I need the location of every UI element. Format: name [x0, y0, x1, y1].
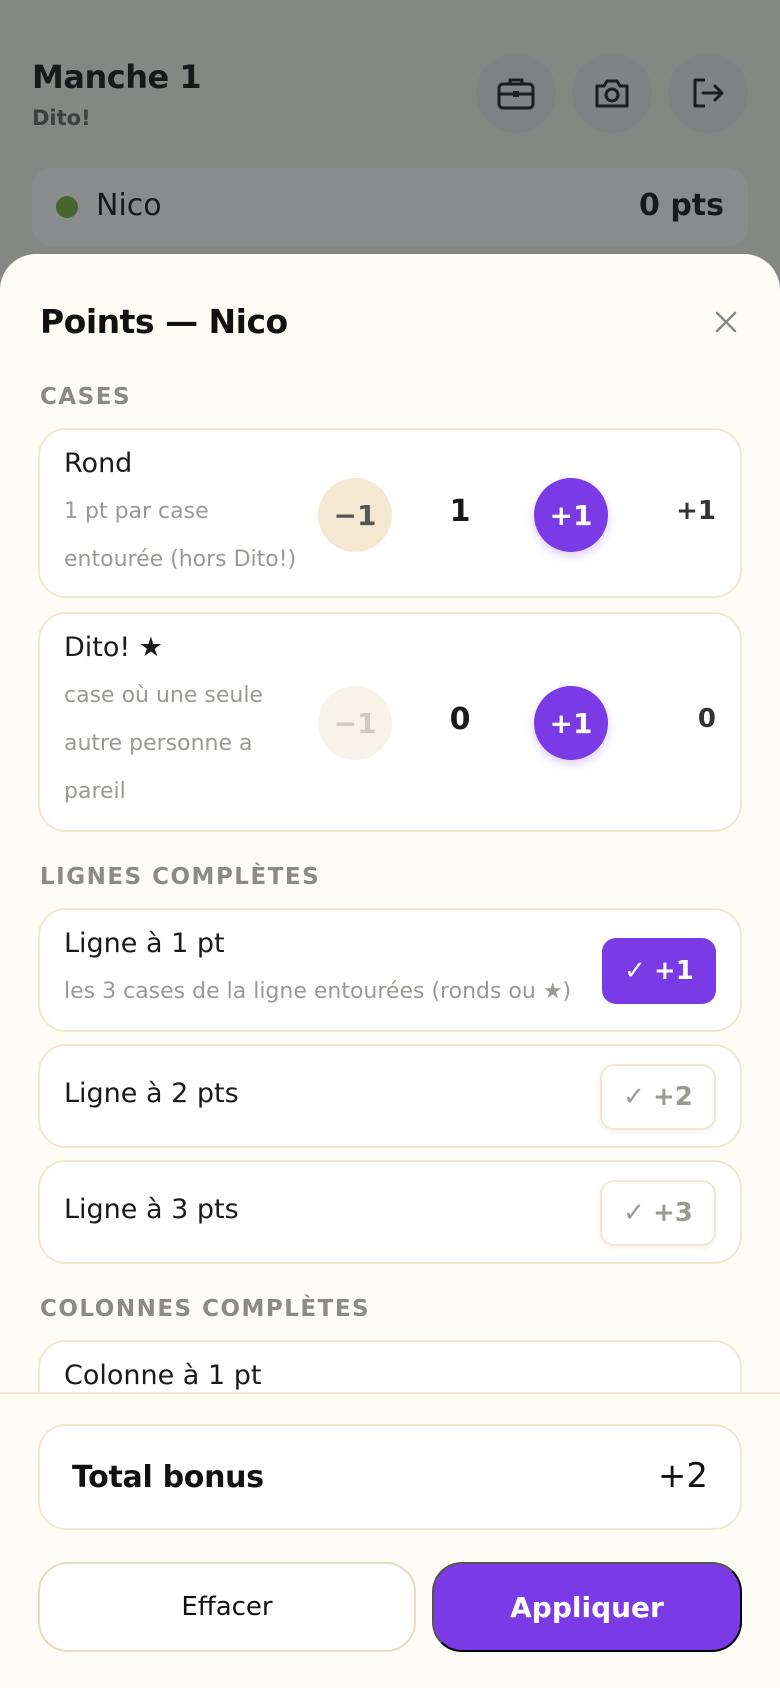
- section-label-cases: CASES: [40, 384, 132, 410]
- case-desc-line: autre personne a: [64, 731, 253, 756]
- clear-button[interactable]: Effacer: [38, 1562, 416, 1652]
- sheet-footer: Total bonus +2 Effacer Appliquer: [0, 1392, 780, 1688]
- column-title: Colonne à 1 pt: [64, 1360, 262, 1391]
- toggle-label: +2: [652, 1082, 693, 1112]
- close-button[interactable]: [708, 304, 744, 340]
- case-title: Rond: [64, 448, 133, 479]
- line-toggle-1pt[interactable]: ✓ +1: [602, 938, 716, 1004]
- column-row-1pt: Colonne à 1 pt: [38, 1340, 742, 1392]
- row-points: 0: [697, 704, 716, 734]
- apply-button[interactable]: Appliquer: [432, 1562, 742, 1652]
- case-desc-line: entourée (hors Dito!): [64, 547, 297, 572]
- line-row-2pts: Ligne à 2 pts ✓ +2: [38, 1044, 742, 1148]
- case-desc-line: case où une seule: [64, 683, 263, 708]
- section-label-lines: LIGNES COMPLÈTES: [40, 864, 321, 890]
- case-row-rond: Rond 1 pt par case entourée (hors Dito!)…: [38, 428, 742, 598]
- sheet-title: Points — Nico: [40, 302, 288, 341]
- line-row-1pt: Ligne à 1 pt les 3 cases de la ligne ent…: [38, 908, 742, 1032]
- decrement-button[interactable]: −1: [318, 686, 392, 760]
- line-toggle-2pts[interactable]: ✓ +2: [600, 1064, 716, 1130]
- row-points: +1: [676, 496, 716, 526]
- line-toggle-3pts[interactable]: ✓ +3: [600, 1180, 716, 1246]
- total-bonus-card: Total bonus +2: [38, 1424, 742, 1530]
- line-title: Ligne à 3 pts: [64, 1194, 239, 1225]
- decrement-button[interactable]: −1: [318, 478, 392, 552]
- case-title: Dito! ★: [64, 632, 164, 663]
- check-icon: ✓: [624, 956, 646, 986]
- section-label-columns: COLONNES COMPLÈTES: [40, 1296, 371, 1322]
- check-icon: ✓: [623, 1082, 645, 1112]
- stepper-value: 0: [449, 702, 471, 737]
- check-icon: ✓: [623, 1198, 645, 1228]
- points-sheet: Points — Nico CASES Rond 1 pt par case e…: [0, 254, 780, 1688]
- line-row-3pts: Ligne à 3 pts ✓ +3: [38, 1160, 742, 1264]
- sheet-scroll-area[interactable]: Points — Nico CASES Rond 1 pt par case e…: [0, 254, 780, 1392]
- toggle-label: +3: [652, 1198, 693, 1228]
- line-title: Ligne à 1 pt: [64, 928, 225, 959]
- close-icon: [715, 311, 737, 333]
- case-row-dito: Dito! ★ case où une seule autre personne…: [38, 612, 742, 832]
- increment-button[interactable]: +1: [534, 478, 608, 552]
- case-desc-line: pareil: [64, 779, 126, 804]
- total-bonus-value: +2: [657, 1456, 708, 1496]
- stepper-value: 1: [449, 494, 471, 529]
- line-title: Ligne à 2 pts: [64, 1078, 239, 1109]
- case-desc-line: 1 pt par case: [64, 499, 209, 524]
- increment-button[interactable]: +1: [534, 686, 608, 760]
- total-bonus-label: Total bonus: [72, 1460, 264, 1495]
- toggle-label: +1: [653, 956, 694, 986]
- line-desc: les 3 cases de la ligne entourées (ronds…: [64, 979, 572, 1004]
